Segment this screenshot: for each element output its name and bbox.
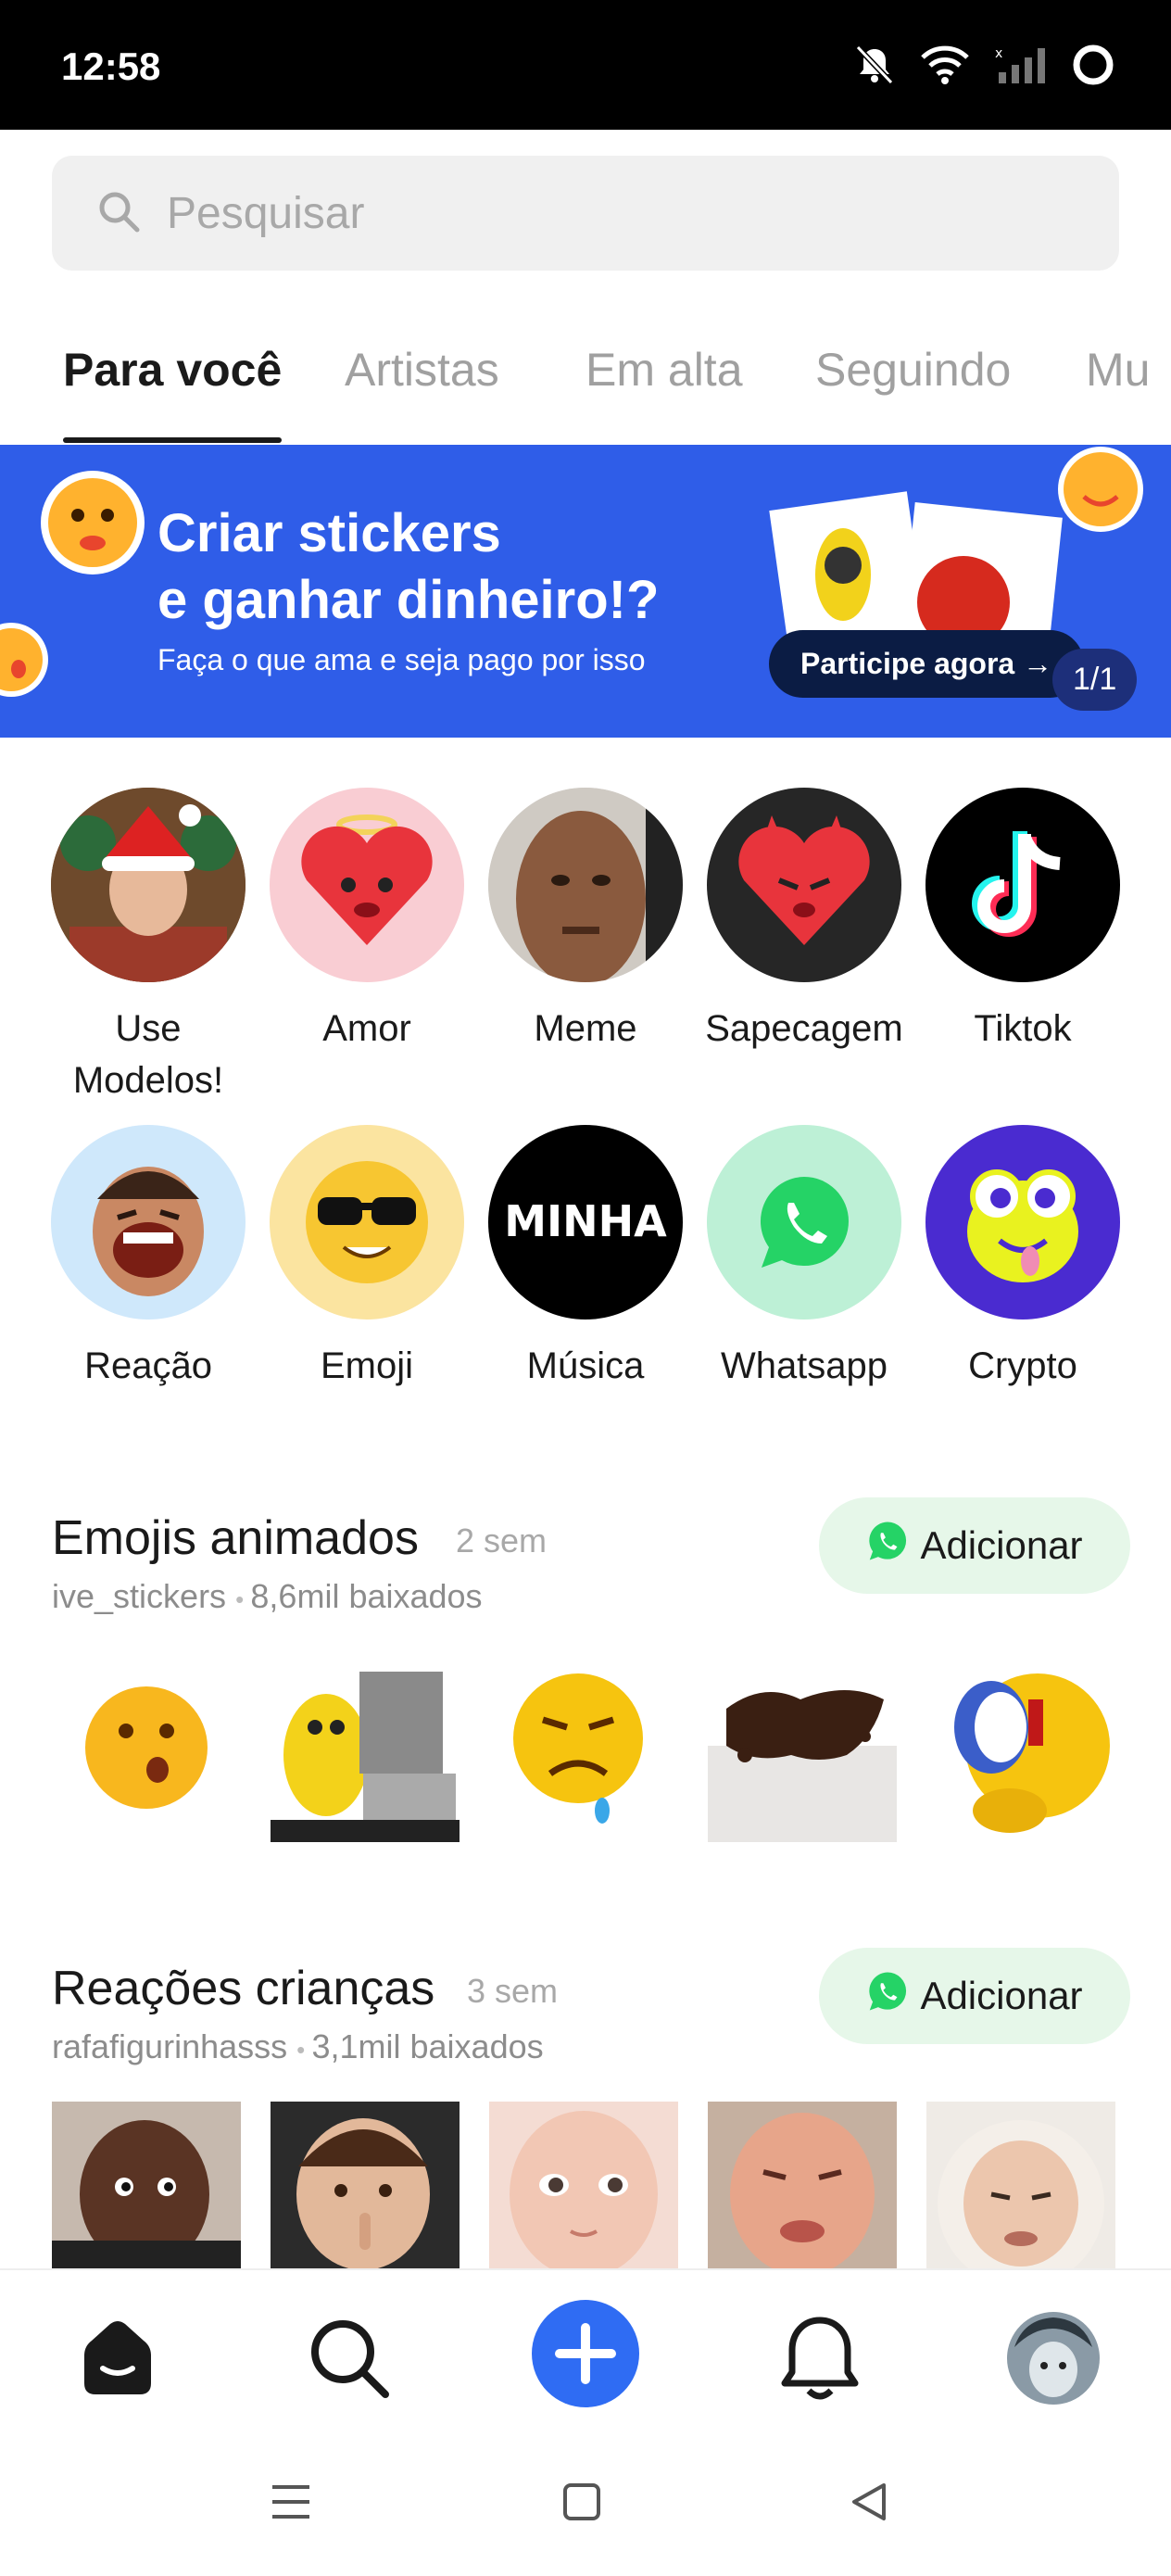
- menu-icon[interactable]: [269, 2480, 313, 2529]
- computer-emoji-icon[interactable]: [271, 1653, 460, 1842]
- banner-page-indicator: 1/1: [1052, 649, 1138, 711]
- svg-text:x: x: [995, 46, 1002, 61]
- pack-author[interactable]: rafafigurinhasss: [52, 2027, 287, 2065]
- baby-face-3[interactable]: [926, 2102, 1115, 2268]
- category-emoji[interactable]: Emoji: [265, 1125, 469, 1392]
- meta-separator: •: [235, 1585, 251, 1613]
- meme-face-icon: [488, 788, 683, 982]
- pack-downloads: 8,6mil baixados: [250, 1577, 483, 1615]
- sunglasses-emoji-icon: [270, 1125, 464, 1320]
- search-icon: [96, 189, 141, 238]
- tab-para-voce[interactable]: Para você: [63, 324, 283, 443]
- minha-text-icon: MINHA: [488, 1125, 683, 1320]
- category-musica[interactable]: MINHA Música: [484, 1125, 687, 1392]
- pack-title[interactable]: Reações crianças: [52, 1961, 434, 2016]
- bottom-nav: [0, 2268, 1171, 2435]
- dirt-splash-icon[interactable]: [708, 1653, 897, 1842]
- tab-seguindo[interactable]: Seguindo: [815, 324, 1011, 397]
- laughing-face-icon: [51, 1125, 246, 1320]
- category-crypto[interactable]: Crypto: [921, 1125, 1125, 1392]
- add-button-label: Adicionar: [920, 1523, 1083, 1567]
- smiley-sticker-icon: [37, 467, 148, 583]
- search-icon[interactable]: [298, 2307, 400, 2409]
- category-sapecagem[interactable]: Sapecagem: [702, 788, 906, 1054]
- pack-age: 3 sem: [467, 1972, 559, 2010]
- banner-subtitle: Faça o que ama e seja pago por isso: [157, 643, 646, 676]
- back-icon[interactable]: [847, 2480, 891, 2529]
- notifications-off-icon: [854, 44, 895, 86]
- bell-icon[interactable]: [769, 2307, 871, 2409]
- surprised-emoji-icon[interactable]: [52, 1653, 241, 1842]
- devil-heart-icon: [707, 788, 901, 982]
- category-reacao[interactable]: Reação: [46, 1125, 250, 1392]
- pack-meta: rafafigurinhasss • 3,1mil baixados: [52, 2027, 544, 2066]
- add-icon[interactable]: [530, 2298, 641, 2409]
- sticker-collage-icon: [645, 445, 1102, 653]
- banner-title: Criar stickers e ganhar dinheiro!?: [157, 503, 660, 630]
- pack-downloads: 3,1mil baixados: [311, 2027, 544, 2065]
- status-bar: 12:58 x: [0, 0, 1171, 130]
- home-square-icon[interactable]: [560, 2480, 604, 2529]
- pack-author[interactable]: ive_stickers: [52, 1577, 226, 1615]
- frog-face-icon: [925, 1125, 1120, 1320]
- child-face-2[interactable]: [271, 2102, 460, 2268]
- eye-emoji-icon[interactable]: [926, 1653, 1115, 1842]
- category-label: Whatsapp: [720, 1345, 888, 1386]
- add-to-whatsapp-button[interactable]: Adicionar: [819, 1497, 1130, 1594]
- whatsapp-icon: [707, 1125, 901, 1320]
- system-nav-bar: [0, 2435, 1171, 2576]
- category-label: Sapecagem: [705, 1008, 903, 1049]
- promo-banner[interactable]: Criar stickers e ganhar dinheiro!? Faça …: [0, 445, 1171, 738]
- pack-meta: ive_stickers • 8,6mil baixados: [52, 1577, 483, 1616]
- category-label: Música: [526, 1345, 645, 1386]
- status-time: 12:58: [61, 44, 161, 88]
- tab-artistas[interactable]: Artistas: [345, 324, 499, 397]
- tab-bar: Para você Artistas Em alta Seguindo Mu: [0, 324, 1171, 445]
- category-amor[interactable]: Amor: [265, 788, 469, 1054]
- whatsapp-icon: [866, 1520, 909, 1572]
- status-icons: x: [854, 43, 1115, 87]
- wifi-icon: [919, 44, 971, 85]
- add-button-label: Adicionar: [920, 1974, 1083, 2017]
- category-label: Reação: [84, 1345, 212, 1386]
- search-input[interactable]: [167, 187, 1001, 239]
- baby-face-1[interactable]: [489, 2102, 678, 2268]
- category-label: Meme: [534, 1008, 637, 1049]
- meta-separator: •: [296, 2036, 312, 2064]
- category-label: Use Modelos!: [72, 1008, 224, 1101]
- smiley-corner-icon: [1056, 445, 1145, 538]
- tiktok-icon: [925, 788, 1120, 982]
- loading-icon: [1071, 43, 1115, 87]
- profile-avatar[interactable]: [1002, 2307, 1104, 2409]
- child-face-1[interactable]: [52, 2102, 241, 2268]
- heart-icon: [270, 788, 464, 982]
- category-whatsapp[interactable]: Whatsapp: [702, 1125, 906, 1392]
- search-bar[interactable]: [52, 156, 1119, 271]
- banner-cta-button[interactable]: Participe agora →: [769, 630, 1085, 698]
- category-label: Emoji: [320, 1345, 414, 1386]
- baby-face-2[interactable]: [708, 2102, 897, 2268]
- category-label: Tiktok: [974, 1008, 1072, 1049]
- category-tiktok[interactable]: Tiktok: [921, 788, 1125, 1054]
- pack-title[interactable]: Emojis animados: [52, 1510, 419, 1566]
- svg-text:MINHA: MINHA: [504, 1196, 667, 1246]
- sad-emoji-icon[interactable]: [489, 1653, 678, 1842]
- category-use-modelos[interactable]: Use Modelos!: [46, 788, 250, 1106]
- whatsapp-icon: [866, 1970, 909, 2022]
- category-label: Amor: [322, 1008, 411, 1049]
- home-icon[interactable]: [67, 2307, 169, 2409]
- signal-icon: x: [995, 44, 1047, 85]
- tab-em-alta[interactable]: Em alta: [586, 324, 743, 397]
- category-meme[interactable]: Meme: [484, 788, 687, 1054]
- add-to-whatsapp-button[interactable]: Adicionar: [819, 1948, 1130, 2044]
- santa-portrait-icon: [51, 788, 246, 982]
- tab-mu[interactable]: Mu: [1086, 324, 1150, 397]
- shocked-sticker-icon: [0, 621, 50, 703]
- pack-age: 2 sem: [456, 1522, 548, 1559]
- category-label: Crypto: [968, 1345, 1077, 1386]
